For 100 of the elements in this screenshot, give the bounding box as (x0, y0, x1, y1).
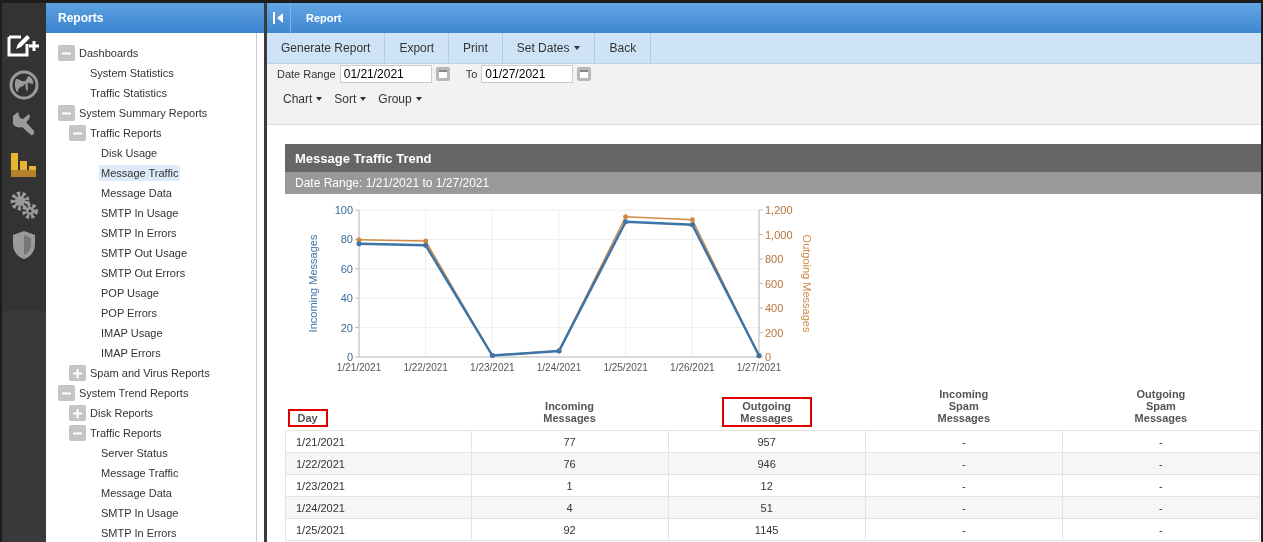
table-cell: 1/22/2021 (285, 452, 471, 475)
table-cell: 4 (471, 496, 669, 519)
tick-label: 60 (340, 262, 353, 275)
tick-label: 800 (765, 253, 784, 265)
tick-label: 600 (765, 277, 784, 290)
column-header: Outgoing Messages (721, 397, 812, 427)
tick-label: 1/26/2021 (670, 362, 715, 373)
tick-label: 1/21/2021 (336, 362, 382, 373)
caret-icon (360, 97, 367, 101)
caret-icon (316, 97, 323, 101)
tree-folder[interactable]: Traffic Reports (90, 127, 162, 139)
tick-label: 0 (765, 351, 772, 363)
tick-label: 200 (765, 326, 784, 339)
table-cell: - (1062, 430, 1260, 453)
date-field[interactable]: 01/27/2021 (481, 65, 574, 83)
table-cell: - (1062, 518, 1260, 541)
tree-item[interactable]: Traffic Statistics (88, 85, 170, 101)
dropdown-menu[interactable]: Sort (334, 92, 367, 106)
tree-item[interactable]: Server Status (99, 445, 170, 461)
tree-folder[interactable]: Disk Reports (90, 407, 153, 419)
tree-item[interactable]: Disk Usage (99, 145, 160, 161)
column-header: Incoming Messages (542, 399, 597, 426)
column-header: Incoming Spam Messages (936, 387, 992, 426)
plus-icon (73, 408, 82, 418)
tree-item[interactable]: POP Errors (99, 305, 160, 321)
tree-item[interactable]: SMTP Out Errors (99, 265, 188, 281)
tree-item[interactable]: SMTP In Usage (99, 505, 181, 521)
tick-label: 80 (340, 233, 353, 246)
table-cell: 957 (668, 430, 866, 453)
collapse-toggle[interactable] (58, 45, 75, 61)
calendar-icon[interactable] (577, 67, 592, 81)
calendar-icon[interactable] (435, 67, 450, 81)
collapse-toggle[interactable] (58, 385, 75, 401)
panel-title: Report (306, 12, 342, 24)
tree-item[interactable]: System Statistics (88, 65, 176, 81)
tick-label: 1,000 (765, 228, 793, 241)
tree-folder[interactable]: Traffic Reports (90, 427, 162, 439)
tick-label: 20 (340, 321, 353, 334)
tree-item[interactable]: SMTP In Errors (99, 525, 179, 541)
tree-item[interactable]: SMTP In Errors (99, 225, 179, 241)
table-cell: 76 (471, 452, 669, 475)
table-cell: - (1062, 496, 1260, 519)
tick-label: 100 (334, 204, 353, 216)
table-cell: - (865, 430, 1063, 453)
collapse-toggle[interactable] (69, 425, 86, 441)
table-cell: 1/24/2021 (285, 496, 471, 519)
tick-label: 1/23/2021 (470, 362, 515, 373)
table-cell: 1/23/2021 (285, 474, 471, 497)
tick-label: 40 (340, 292, 353, 305)
edit-plus-icon (6, 32, 42, 58)
tick-label: 1/25/2021 (603, 362, 648, 373)
tree-item[interactable]: POP Usage (99, 285, 161, 301)
tick-label: 1/24/2021 (536, 362, 582, 373)
tree-folder[interactable]: System Trend Reports (79, 387, 189, 399)
tree-folder[interactable]: System Summary Reports (79, 107, 208, 119)
tick-label: 1,200 (765, 204, 793, 216)
bar-chart-icon (9, 151, 39, 179)
expand-toggle[interactable] (69, 405, 86, 421)
toolbar-button[interactable]: Back (595, 33, 652, 63)
expand-toggle[interactable] (69, 365, 86, 381)
tree-item[interactable]: IMAP Errors (99, 345, 163, 361)
table-cell: 92 (471, 518, 669, 541)
toolbar-button[interactable]: Generate Report (267, 33, 386, 63)
table-cell: - (865, 496, 1063, 519)
table-cell: 1/21/2021 (285, 430, 471, 453)
table-cell: 1/25/2021 (285, 518, 471, 541)
toolbar-button[interactable]: Export (385, 33, 450, 63)
globe-icon (9, 70, 39, 100)
column-header: Outgoing Spam Messages (1133, 387, 1189, 426)
column-header: Day (287, 409, 328, 427)
dropdown-menu[interactable]: Chart (283, 92, 323, 106)
shield-icon (11, 230, 37, 260)
tree-item[interactable]: IMAP Usage (99, 325, 165, 341)
caret-icon (415, 97, 422, 101)
table-cell: 12 (668, 474, 866, 497)
tree-item[interactable]: SMTP Out Usage (99, 245, 189, 261)
tree-item[interactable]: Message Data (99, 185, 174, 201)
table-cell: 1 (471, 474, 669, 497)
tree-item[interactable]: Message Data (99, 485, 174, 501)
field-label: To (465, 68, 478, 80)
toolbar-button[interactable]: Print (449, 33, 503, 63)
tree-folder[interactable]: Spam and Virus Reports (90, 367, 210, 379)
collapse-toggle[interactable] (58, 105, 75, 121)
tree-item[interactable]: SMTP In Usage (99, 205, 181, 221)
collapse-toggle[interactable] (69, 125, 86, 141)
tick-label: 1/22/2021 (403, 362, 448, 373)
tick-label: 400 (765, 302, 784, 314)
tree-item[interactable]: Message Traffic (99, 165, 181, 181)
table-cell: 51 (668, 496, 866, 519)
toolbar-button[interactable]: Set Dates (502, 33, 596, 63)
table-cell: - (865, 474, 1063, 497)
table-cell: 1145 (668, 518, 866, 541)
dropdown-menu[interactable]: Group (378, 92, 422, 106)
gears-icon (9, 190, 39, 220)
tree-folder[interactable]: Dashboards (79, 47, 139, 59)
date-field[interactable]: 01/21/2021 (339, 65, 432, 83)
report-title: Message Traffic Trend (285, 144, 1261, 172)
table-cell: 946 (668, 452, 866, 475)
tree-item[interactable]: Message Traffic (99, 465, 181, 481)
report-subtitle: Date Range: 1/21/2021 to 1/27/2021 (285, 172, 1261, 194)
